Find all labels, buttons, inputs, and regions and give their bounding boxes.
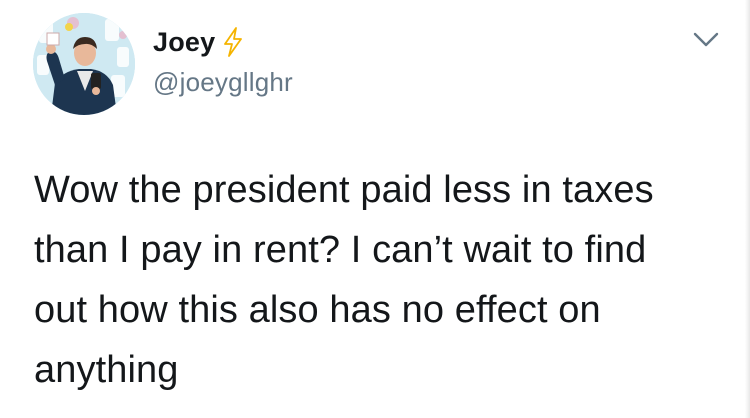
author-handle[interactable]: @joeygllghr [153, 67, 293, 98]
chevron-down-icon[interactable] [689, 28, 723, 50]
display-name-row: Joey [153, 25, 293, 59]
lightning-bolt-icon [222, 27, 244, 57]
tweet-card: Joey @joeygllghr Wow the president paid … [0, 0, 750, 418]
scroll-edge [745, 0, 750, 418]
tweet-text: Wow the president paid less in taxes tha… [34, 169, 654, 391]
author-names: Joey @joeygllghr [153, 25, 293, 98]
display-name[interactable]: Joey [153, 27, 215, 58]
avatar[interactable] [33, 13, 135, 115]
